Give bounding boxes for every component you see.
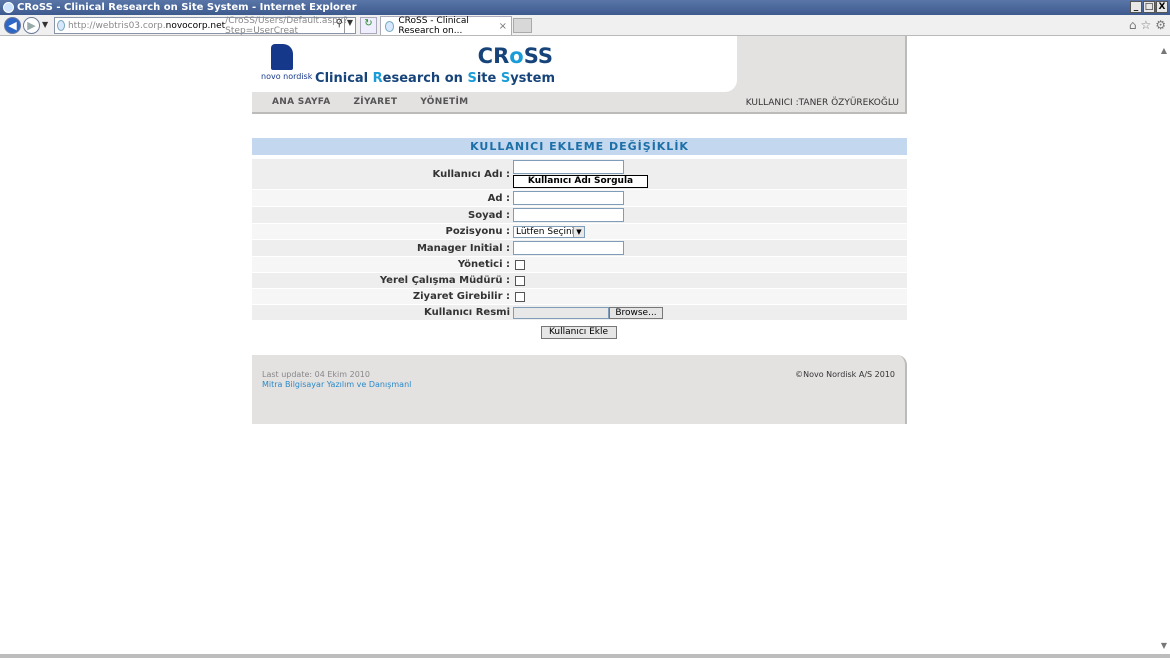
visit-checkbox[interactable] [515, 291, 525, 302]
forward-icon[interactable]: ▶ [23, 17, 40, 34]
site-footer: Last update: 04 Ekim 2010 Mitra Bilgisay… [252, 355, 907, 424]
manager-label: Manager Initial : [416, 242, 510, 254]
back-icon[interactable]: ◀ [4, 17, 21, 34]
position-row: Pozisyonu : Lütfen Seçiniz ▼ [252, 224, 907, 239]
window-bottom-edge [0, 654, 1170, 658]
query-username-button[interactable]: Kullanıcı Adı Sorgula [513, 175, 648, 188]
window-controls: _ □ X [1130, 1, 1168, 13]
photo-file-input[interactable] [513, 306, 609, 319]
window-titlebar: CRoSS - Clinical Research on Site System… [0, 0, 1170, 15]
tab-close-icon[interactable]: × [499, 21, 507, 32]
novo-nordisk-logo: novo nordisk [261, 44, 313, 82]
address-bar[interactable]: http://webtris03.corp. novocorp.net/CroSS… [54, 16, 356, 36]
brand-title: CRoSS [477, 44, 553, 68]
gear-icon[interactable]: ⚙ [1155, 18, 1166, 32]
surname-row: Soyad : [252, 207, 907, 223]
admin-checkbox[interactable] [515, 259, 525, 270]
position-selected: Lütfen Seçiniz [516, 226, 579, 237]
local-manager-checkbox[interactable] [515, 275, 525, 286]
photo-row: Kullanıcı Resmi Browse... [252, 305, 907, 320]
position-label: Pozisyonu : [445, 226, 510, 237]
copyright-text: ©Novo Nordisk A/S 2010 [795, 370, 895, 379]
address-dropdown-icon[interactable]: ▼ [344, 18, 355, 33]
logo-text: novo nordisk [261, 72, 313, 81]
brand-subtitle: Clinical Research on Site System [315, 71, 555, 86]
visit-row: Ziyaret Girebilir : [252, 289, 907, 304]
page-container: novo nordisk CRoSS Clinical Research on … [252, 36, 907, 339]
position-select[interactable]: Lütfen Seçiniz ▼ [513, 225, 585, 238]
apis-bull-icon [271, 44, 293, 70]
form-title: KULLANICI EKLEME DEĞİŞİKLİK [252, 138, 907, 155]
menu-item-admin[interactable]: YÖNETİM [420, 97, 468, 107]
admin-label: Yönetici : [457, 259, 510, 270]
username-label: Kullanıcı Adı : [432, 168, 511, 180]
refresh-icon[interactable]: ↻ [360, 17, 377, 34]
browser-tab[interactable]: CRoSS - Clinical Research on... × [380, 16, 512, 36]
name-label: Ad : [487, 192, 510, 204]
vertical-scrollbar[interactable]: ▲ ▼ [1156, 36, 1170, 654]
username-row: Kullanıcı Adı : Kullanıcı Adı Sorgula [252, 159, 907, 189]
main-menu: ANA SAYFA ZİYARET YÖNETİM KULLANICI :TAN… [252, 92, 907, 114]
close-button[interactable]: X [1156, 1, 1168, 13]
local-manager-row: Yerel Çalışma Müdürü : [252, 273, 907, 288]
chevron-down-icon[interactable]: ▼ [573, 226, 584, 237]
admin-row: Yönetici : [252, 257, 907, 272]
name-row: Ad : [252, 190, 907, 206]
scroll-up-icon[interactable]: ▲ [1161, 46, 1167, 55]
maximize-button[interactable]: □ [1143, 1, 1155, 13]
window-title: CRoSS - Clinical Research on Site System… [17, 2, 357, 13]
current-user-label: KULLANICI :TANER ÖZYÜREKOĞLU [745, 98, 899, 108]
company-link[interactable]: Mitra Bilgisayar Yazılım ve Danışmanl [262, 380, 411, 389]
submit-row: Kullanıcı Ekle [252, 324, 907, 339]
tab-page-icon [385, 20, 395, 32]
username-input[interactable] [513, 160, 624, 174]
manager-row: Manager Initial : [252, 240, 907, 256]
history-dropdown-icon[interactable]: ▼ [42, 20, 48, 29]
surname-input[interactable] [513, 208, 624, 222]
browse-button[interactable]: Browse... [609, 306, 663, 319]
local-manager-label: Yerel Çalışma Müdürü : [379, 275, 510, 286]
new-tab-button[interactable] [513, 18, 532, 33]
user-form: Kullanıcı Adı : Kullanıcı Adı Sorgula Ad… [252, 159, 907, 339]
menu-item-home[interactable]: ANA SAYFA [272, 97, 330, 107]
last-update-text: Last update: 04 Ekim 2010 [262, 370, 370, 379]
url-host: novocorp.net [165, 20, 226, 31]
ie-icon [3, 2, 14, 13]
home-icon[interactable]: ⌂ [1129, 18, 1137, 32]
menu-item-visit[interactable]: ZİYARET [353, 97, 397, 107]
photo-file-picker: Browse... [513, 306, 907, 319]
page-icon [57, 20, 65, 31]
site-header: novo nordisk CRoSS Clinical Research on … [252, 36, 907, 92]
scroll-down-icon[interactable]: ▼ [1161, 641, 1167, 650]
search-icon[interactable]: ⚲ [336, 18, 343, 29]
browser-navbar: ◀ ▶ ▼ http://webtris03.corp. novocorp.net… [0, 15, 1170, 36]
photo-label: Kullanıcı Resmi [424, 307, 510, 318]
visit-label: Ziyaret Girebilir : [412, 291, 510, 302]
manager-initial-input[interactable] [513, 241, 624, 255]
url-prefix: http://webtris03.corp. [67, 20, 166, 31]
favorites-icon[interactable]: ☆ [1140, 18, 1151, 32]
add-user-button[interactable]: Kullanıcı Ekle [540, 326, 617, 339]
header-banner: novo nordisk CRoSS Clinical Research on … [252, 36, 737, 92]
toolbar-icons: ⌂ ☆ ⚙ [1129, 18, 1166, 32]
surname-label: Soyad : [468, 209, 510, 221]
name-input[interactable] [513, 191, 624, 205]
tab-title: CRoSS - Clinical Research on... [398, 16, 469, 36]
minimize-button[interactable]: _ [1130, 1, 1142, 13]
